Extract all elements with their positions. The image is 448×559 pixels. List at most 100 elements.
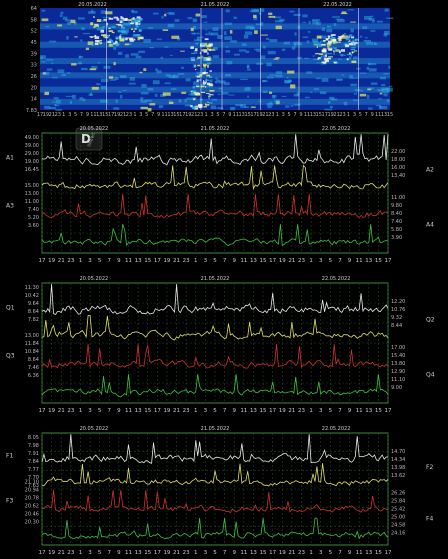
x-hour-tick: 23 [183, 408, 190, 414]
spectrogram-cell [326, 25, 331, 28]
spectrogram-cell [383, 72, 389, 75]
left-tick-lower: 20.30 [25, 519, 39, 525]
spectrogram-cell [256, 48, 261, 52]
spectrogram-cell [321, 27, 326, 32]
left-tick-lower: 20.62 [25, 503, 39, 509]
spectrogram-burst-cell [206, 74, 211, 77]
spectrogram-burst-cell [133, 17, 135, 19]
spectrogram-cell [230, 40, 237, 43]
spectrogram-cell [201, 68, 207, 72]
spectrogram-cell [251, 8, 259, 13]
spectrogram-cell [172, 74, 179, 79]
spectrogram-burst-cell [346, 58, 349, 61]
x-hour-tick: 11 [240, 550, 247, 556]
spectrogram-cell [304, 96, 310, 99]
x-hour-tick: 7 [223, 550, 227, 556]
spectrogram-cell [61, 73, 67, 77]
spectrogram-burst-cell [190, 57, 195, 60]
x-hour-tick: 7 [108, 550, 112, 556]
spectrogram-cell [359, 93, 367, 97]
spectrogram-burst-cell [95, 40, 100, 43]
x-hour-tick: 13 [135, 408, 142, 414]
spectrogram-burst-cell [133, 30, 136, 33]
spectrogram-cell [275, 71, 283, 75]
x-hour-tick: 15 [144, 550, 151, 556]
spectrogram-cell [294, 43, 297, 47]
left-tick-lower: 3.60 [28, 223, 39, 229]
left-tick-lower: 20.78 [25, 495, 39, 501]
spectrogram-panel: 7.83142026333945525864 20.05.2022 21.05.2… [26, 2, 394, 118]
spectrogram-cell [350, 83, 357, 87]
spectrogram-cell [156, 70, 162, 74]
spectrogram-cell [293, 41, 300, 46]
spectrogram-burst-cell [108, 34, 110, 37]
spectrogram-cell [45, 25, 50, 28]
right-tick-upper: 18.00 [391, 157, 405, 163]
spectrogram-burst-cell [323, 54, 326, 58]
x-hour-tick: 9 [117, 550, 121, 556]
spectrogram-cell [275, 74, 283, 78]
left-tick-lower: 7.40 [28, 207, 39, 213]
x-hour-tick: 19 [163, 550, 170, 556]
x-hour-tick: 21 [58, 408, 65, 414]
spectrogram-cell [167, 23, 175, 28]
spectrogram-burst-cell [321, 50, 327, 53]
spectrogram-cell [120, 75, 127, 79]
x-hour-tick: 23 [67, 550, 74, 556]
spectrogram-cell [370, 82, 378, 85]
spectrogram-burst-cell [138, 29, 142, 32]
spectrogram-burst-cell [195, 42, 199, 45]
spectrogram-burst-cell [120, 26, 126, 30]
right-tick-lower: 17.00 [391, 345, 405, 351]
spectrogram-cell [186, 97, 194, 100]
spectrogram-cell [154, 93, 158, 97]
x-hour-tick: 1 [79, 550, 83, 556]
spectrogram-burst-cell [121, 30, 126, 33]
spectrogram-cell [266, 102, 273, 107]
spectrogram-cell [266, 76, 274, 79]
spectrogram-cell [184, 98, 187, 103]
spectrogram-cell [131, 10, 138, 14]
spectrogram-hour-tick: 7 [365, 112, 368, 118]
spectrogram-cell [74, 36, 78, 38]
spectrogram-burst-cell [206, 62, 211, 65]
spectrogram-burst-cell [205, 92, 210, 95]
panel-date-label: 22.05.2022 [322, 126, 351, 132]
spectrogram-burst-cell [90, 36, 93, 39]
spectrogram-cell [343, 101, 348, 106]
spectrogram-date: 22.05.2022 [323, 2, 352, 8]
spectrogram-burst-cell [124, 43, 129, 46]
spectrogram-cell [381, 87, 389, 90]
spectrogram-cell [161, 15, 164, 19]
x-hour-tick: 5 [98, 408, 102, 414]
spectrogram-cell [69, 100, 73, 104]
x-hour-tick: 1 [194, 258, 198, 264]
x-hour-tick: 13 [365, 408, 372, 414]
spectrogram-burst-cell [191, 52, 195, 55]
x-hour-tick: 7 [338, 550, 342, 556]
x-hour-tick: 3 [88, 258, 92, 264]
panel-date-label: 22.05.2022 [322, 276, 351, 282]
spectrogram-burst-cell [353, 42, 358, 44]
left-axis-name-upper: Q1 [6, 304, 15, 311]
left-tick-upper: 49.00 [25, 135, 39, 141]
spectrogram-cell [368, 63, 377, 66]
spectrogram-cell [225, 46, 229, 48]
spectrogram-cell [100, 78, 109, 83]
spectrogram-burst-cell [135, 22, 138, 26]
left-axis-name-lower: A3 [6, 202, 14, 209]
spectrogram-burst-cell [121, 24, 123, 27]
spectrogram-burst-cell [137, 39, 140, 41]
x-hour-tick: 21 [173, 258, 180, 264]
spectrogram-cell [327, 45, 330, 48]
x-hour-tick: 7 [108, 408, 112, 414]
left-tick-lower: 5.20 [28, 215, 39, 221]
spectrogram-cell [129, 77, 136, 81]
right-tick-upper: 16.00 [391, 165, 405, 171]
spectrogram-cell [389, 85, 393, 88]
spectrogram-burst-cell [134, 28, 137, 30]
x-hour-tick: 3 [319, 550, 323, 556]
right-tick-upper: 14.70 [391, 449, 405, 455]
spectrogram-cell [85, 47, 90, 51]
left-tick-upper: 29.00 [25, 151, 39, 157]
